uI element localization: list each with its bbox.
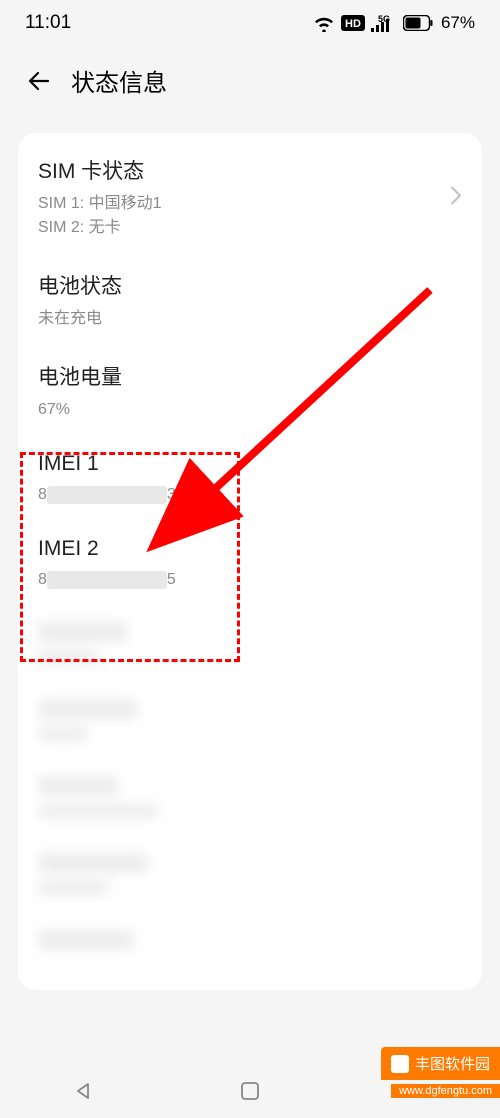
wifi-icon <box>313 14 335 32</box>
redacted-block <box>47 571 167 589</box>
nav-back-button[interactable] <box>70 1078 96 1104</box>
sim-status-title: SIM 卡状态 <box>38 155 462 185</box>
watermark: 丰图软件园 <box>381 1047 500 1080</box>
svg-text:HD: HD <box>345 18 361 30</box>
imei2-suffix: 5 <box>167 571 176 588</box>
imei1-prefix: 8 <box>38 486 47 503</box>
watermark-icon <box>391 1055 409 1073</box>
battery-level-value: 67% <box>38 398 462 422</box>
sim1-value: SIM 1: 中国移动1 <box>38 192 462 216</box>
blurred-item <box>38 622 462 664</box>
nav-home-button[interactable] <box>237 1078 263 1104</box>
status-indicators: HD 5G 67% <box>313 13 475 33</box>
battery-status-title: 电池状态 <box>38 270 462 300</box>
imei1-item: IMEI 1 83 <box>38 452 462 507</box>
battery-status-value: 未在充电 <box>38 307 462 331</box>
sim2-value: SIM 2: 无卡 <box>38 216 462 240</box>
imei2-title: IMEI 2 <box>38 537 462 561</box>
page-header: 状态信息 <box>0 45 500 118</box>
imei1-title: IMEI 1 <box>38 452 462 476</box>
page-title: 状态信息 <box>71 63 167 98</box>
battery-icon <box>403 15 433 31</box>
imei2-prefix: 8 <box>38 571 47 588</box>
imei2-item: IMEI 2 85 <box>38 537 462 592</box>
blurred-item <box>38 699 462 741</box>
imei1-value: 83 <box>38 483 462 507</box>
battery-level-title: 电池电量 <box>38 361 462 391</box>
back-button[interactable] <box>25 67 53 95</box>
back-arrow-icon <box>26 68 52 94</box>
blurred-item <box>38 776 462 818</box>
watermark-text: 丰图软件园 <box>415 1053 490 1074</box>
battery-status-item: 电池状态 未在充电 <box>38 270 462 331</box>
status-time: 11:01 <box>25 12 71 34</box>
imei2-value: 85 <box>38 568 462 592</box>
status-bar: 11:01 HD 5G 67% <box>0 0 500 45</box>
chevron-right-icon <box>450 185 462 210</box>
imei1-suffix: 3 <box>167 486 176 503</box>
signal-icon: 5G <box>371 14 397 32</box>
battery-level-item: 电池电量 67% <box>38 361 462 422</box>
hd-icon: HD <box>341 15 365 31</box>
blurred-item <box>38 853 462 895</box>
battery-percent: 67% <box>441 13 475 33</box>
watermark-url: www.dgfengtu.com <box>391 1084 500 1098</box>
redacted-block <box>47 486 167 504</box>
sim-status-item[interactable]: SIM 卡状态 SIM 1: 中国移动1 SIM 2: 无卡 <box>38 155 462 240</box>
blurred-item <box>38 930 462 950</box>
info-card: SIM 卡状态 SIM 1: 中国移动1 SIM 2: 无卡 电池状态 未在充电… <box>18 133 482 990</box>
square-home-icon <box>241 1082 259 1100</box>
triangle-back-icon <box>73 1081 93 1101</box>
